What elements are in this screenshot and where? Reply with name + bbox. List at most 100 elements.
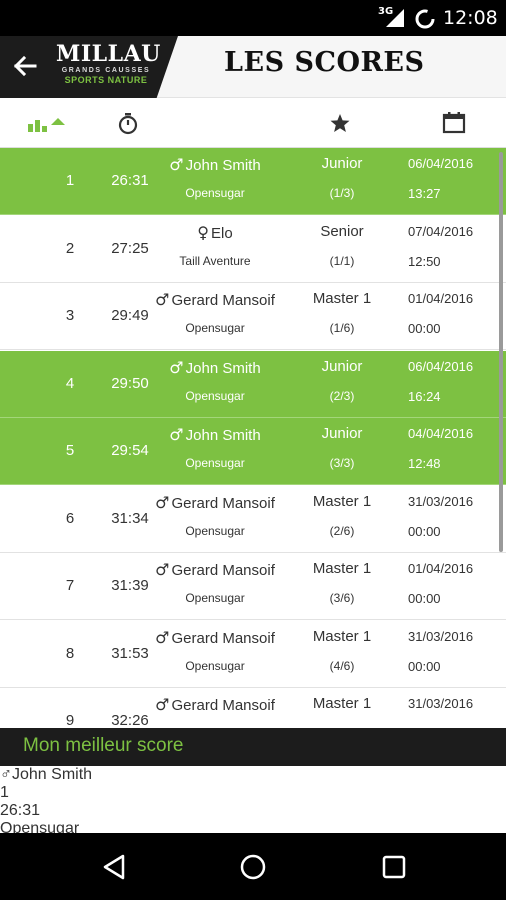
competitor-name-text: Gerard Mansoif bbox=[171, 697, 275, 714]
hour-cell: 00:00 bbox=[408, 591, 441, 606]
category-rank-cell: (2/6) bbox=[329, 523, 355, 538]
club-cell: Opensugar bbox=[185, 523, 245, 538]
club-cell: Opensugar bbox=[185, 388, 245, 403]
date-cell: 06/04/2016 bbox=[408, 156, 474, 171]
rank-cell: 3 bbox=[65, 307, 75, 324]
best-score-header: Mon meilleur score bbox=[0, 728, 506, 766]
back-nav-icon[interactable] bbox=[101, 853, 127, 881]
score-row[interactable]: ♀ Elo 2 27:25 Taill Aventure Senior (1/1) 07/04… bbox=[0, 215, 506, 283]
date-cell: 31/03/2016 bbox=[408, 493, 474, 509]
competitor-name-text: Elo bbox=[211, 224, 233, 242]
club-cell: Opensugar bbox=[185, 591, 245, 605]
star-icon[interactable] bbox=[328, 110, 352, 136]
male-icon: ♂ bbox=[169, 425, 184, 444]
logo-line1: MILLAU bbox=[56, 41, 161, 67]
score-row[interactable]: ♂ John Smith 4 29:50 Opensugar Junior (2/3) 06/… bbox=[0, 350, 506, 418]
date-cell: 06/04/2016 bbox=[408, 358, 474, 374]
score-row[interactable]: ♂ Gerard Mansoif 3 29:49 Opensugar Master 1 (1… bbox=[0, 283, 506, 350]
hour-cell: 00:00 bbox=[408, 523, 441, 539]
competitor-name: ♂John Smith bbox=[150, 358, 280, 377]
club-cell: Opensugar bbox=[185, 186, 245, 200]
best-score-row[interactable]: ♂John Smith126:31OpensugarJunior(1/3)06/… bbox=[0, 766, 506, 900]
male-icon: ♂ bbox=[169, 357, 184, 377]
recents-nav-icon[interactable] bbox=[381, 853, 407, 881]
score-row[interactable]: ♂ Gerard Mansoif 6 31:34 Opensugar Master 1 (2… bbox=[0, 485, 506, 553]
scores-list[interactable]: ♂ John Smith 1 26:31 Opensugar Junior (1/3) 06/… bbox=[0, 148, 506, 728]
category-cell: Junior bbox=[321, 357, 363, 375]
logo-line2: GRANDS CAUSSES bbox=[61, 67, 151, 74]
hour-cell: 13:27 bbox=[408, 186, 441, 201]
best-score-title: Mon meilleur score bbox=[23, 735, 184, 756]
category-rank-cell: (3/3) bbox=[329, 456, 355, 470]
sync-icon bbox=[415, 9, 435, 29]
home-nav-icon[interactable] bbox=[239, 853, 267, 881]
male-icon: ♂ bbox=[0, 766, 12, 783]
scrollbar[interactable] bbox=[499, 152, 503, 552]
competitor-name: ♀ Elo bbox=[150, 223, 280, 242]
category-cell: Junior bbox=[321, 155, 363, 172]
app-header: MILLAU GRANDS CAUSSES SPORTS NATURE LES … bbox=[0, 36, 506, 98]
competitor-name-text: Gerard Mansoif bbox=[171, 629, 275, 647]
sort-bar bbox=[0, 98, 506, 148]
hour-cell: 00:00 bbox=[408, 321, 441, 336]
competitor-name: ♂ Gerard Mansoif bbox=[150, 290, 280, 309]
hour-cell: 12:50 bbox=[408, 253, 441, 269]
hour-cell: 16:24 bbox=[408, 388, 441, 404]
clock: 12:08 bbox=[443, 7, 498, 29]
date-cell: 04/04/2016 bbox=[408, 426, 474, 441]
date-cell: 01/04/2016 bbox=[408, 291, 474, 306]
category-cell: Junior bbox=[321, 425, 363, 442]
category-cell: Master 1 bbox=[312, 492, 372, 510]
back-arrow-icon[interactable] bbox=[8, 49, 42, 83]
category-cell: Master 1 bbox=[312, 627, 372, 645]
category-rank-cell: (4/6) bbox=[329, 658, 355, 673]
rank-cell: 5 bbox=[65, 442, 75, 459]
ranking-sort-icon[interactable] bbox=[26, 110, 70, 136]
female-icon: ♀ bbox=[197, 222, 210, 242]
calendar-icon[interactable] bbox=[441, 110, 467, 136]
rank-cell: 6 bbox=[65, 509, 75, 527]
category-rank-cell: (1/6) bbox=[329, 321, 355, 335]
competitor-name-text: John Smith bbox=[185, 157, 261, 174]
rank-cell: 1 bbox=[65, 172, 75, 189]
competitor-name: ♂John Smith bbox=[150, 425, 280, 444]
rank-cell: 1 bbox=[0, 784, 9, 801]
time-cell: 26:31 bbox=[0, 802, 41, 819]
category-cell: Master 1 bbox=[312, 560, 372, 577]
time-cell: 32:26 bbox=[111, 712, 149, 728]
score-row[interactable]: ♂ John Smith 1 26:31 Opensugar Junior (1/3) 06/… bbox=[0, 148, 506, 215]
score-row[interactable]: ♂ Gerard Mansoif 7 31:39 Opensugar Master 1 (3… bbox=[0, 553, 506, 620]
club-cell: Taill Aventure bbox=[179, 253, 251, 268]
rank-cell: 9 bbox=[65, 712, 75, 728]
competitor-name-text: Gerard Mansoif bbox=[171, 292, 275, 309]
status-bar: 3G 12:08 bbox=[0, 0, 506, 36]
male-icon: ♂ bbox=[169, 155, 184, 174]
hour-cell: 12:48 bbox=[408, 456, 441, 471]
competitor-name-text: Gerard Mansoif bbox=[171, 562, 275, 579]
category-rank-cell: (2/3) bbox=[329, 388, 355, 403]
category-rank-cell: (3/6) bbox=[329, 591, 355, 605]
competitor-name-text: John Smith bbox=[12, 766, 93, 783]
score-row[interactable]: ♂ John Smith 5 29:54 Opensugar Junior (3/3) 04/… bbox=[0, 418, 506, 485]
date-cell: 07/04/2016 bbox=[408, 223, 474, 239]
date-cell: 31/03/2016 bbox=[408, 696, 474, 711]
competitor-name: ♂ Gerard Mansoif bbox=[150, 695, 280, 714]
score-row[interactable]: ♂ Gerard Mansoif 8 31:53 Opensugar Master 1 (4… bbox=[0, 620, 506, 688]
club-cell: Opensugar bbox=[185, 321, 245, 335]
score-row[interactable]: ♂ Gerard Mansoif 9 32:26 Master 1 31/03/2016 bbox=[0, 688, 506, 728]
competitor-name: ♂ Gerard Mansoif bbox=[150, 493, 280, 512]
rank-cell: 2 bbox=[65, 239, 75, 257]
competitor-name-text: Gerard Mansoif bbox=[171, 494, 275, 512]
category-rank-cell: (1/3) bbox=[329, 186, 355, 200]
stopwatch-icon[interactable] bbox=[116, 110, 140, 136]
category-cell: Master 1 bbox=[312, 290, 372, 307]
logo-line3: SPORTS NATURE bbox=[64, 75, 148, 85]
club-cell: Opensugar bbox=[185, 658, 245, 673]
competitor-name: ♂ Gerard Mansoif bbox=[150, 628, 280, 647]
club-cell: Opensugar bbox=[185, 456, 245, 470]
rank-cell: 7 bbox=[65, 577, 75, 594]
category-rank-cell: (1/1) bbox=[329, 253, 355, 268]
date-cell: 01/04/2016 bbox=[408, 561, 474, 576]
competitor-name: ♂John Smith bbox=[150, 155, 280, 174]
competitor-name-text: John Smith bbox=[185, 427, 261, 444]
